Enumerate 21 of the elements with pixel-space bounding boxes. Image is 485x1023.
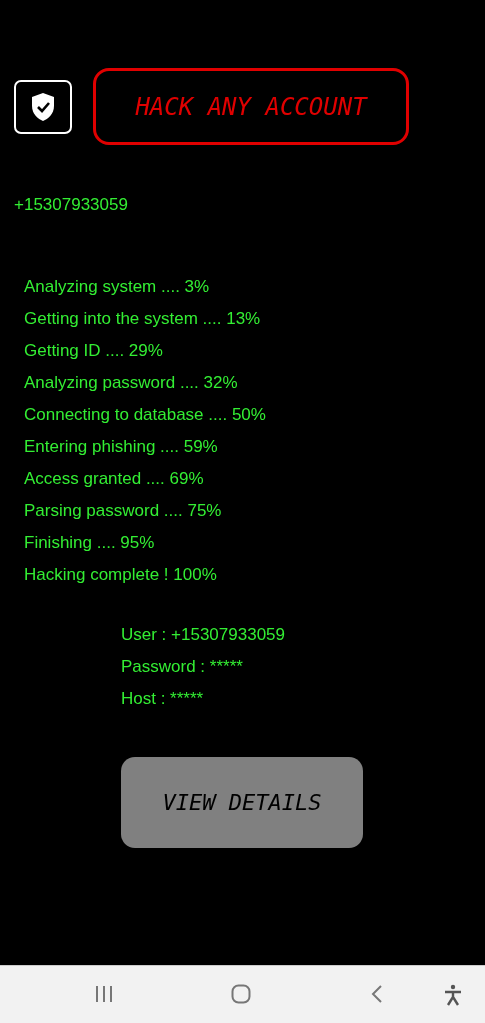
detail-line: Password : ***** (121, 656, 244, 678)
progress-line: Parsing password .... 75% (24, 500, 223, 522)
progress-line: Access granted .... 69% (24, 468, 205, 490)
recent-apps-icon[interactable] (95, 984, 113, 1004)
phone-number: +15307933059 (14, 195, 129, 215)
progress-line: Analyzing password .... 32% (24, 372, 239, 394)
accessibility-icon[interactable] (443, 984, 463, 1006)
home-icon[interactable] (231, 984, 251, 1004)
progress-line: Finishing .... 95% (24, 532, 156, 554)
back-icon[interactable] (370, 984, 384, 1004)
progress-line: Analyzing system .... 3% (24, 276, 211, 298)
progress-line: Entering phishing .... 59% (24, 436, 219, 458)
detail-line: User : +15307933059 (121, 624, 286, 646)
progress-line: Getting ID .... 29% (24, 340, 164, 362)
app-title: HACK ANY ACCOUNT (93, 68, 409, 145)
progress-line: Hacking complete ! 100% (24, 564, 218, 586)
shield-button[interactable] (14, 79, 72, 134)
progress-line: Getting into the system .... 13% (24, 308, 262, 330)
progress-line: Connecting to database .... 50% (24, 404, 267, 426)
detail-line: Host : ***** (121, 688, 205, 710)
shield-check-icon (30, 91, 56, 122)
